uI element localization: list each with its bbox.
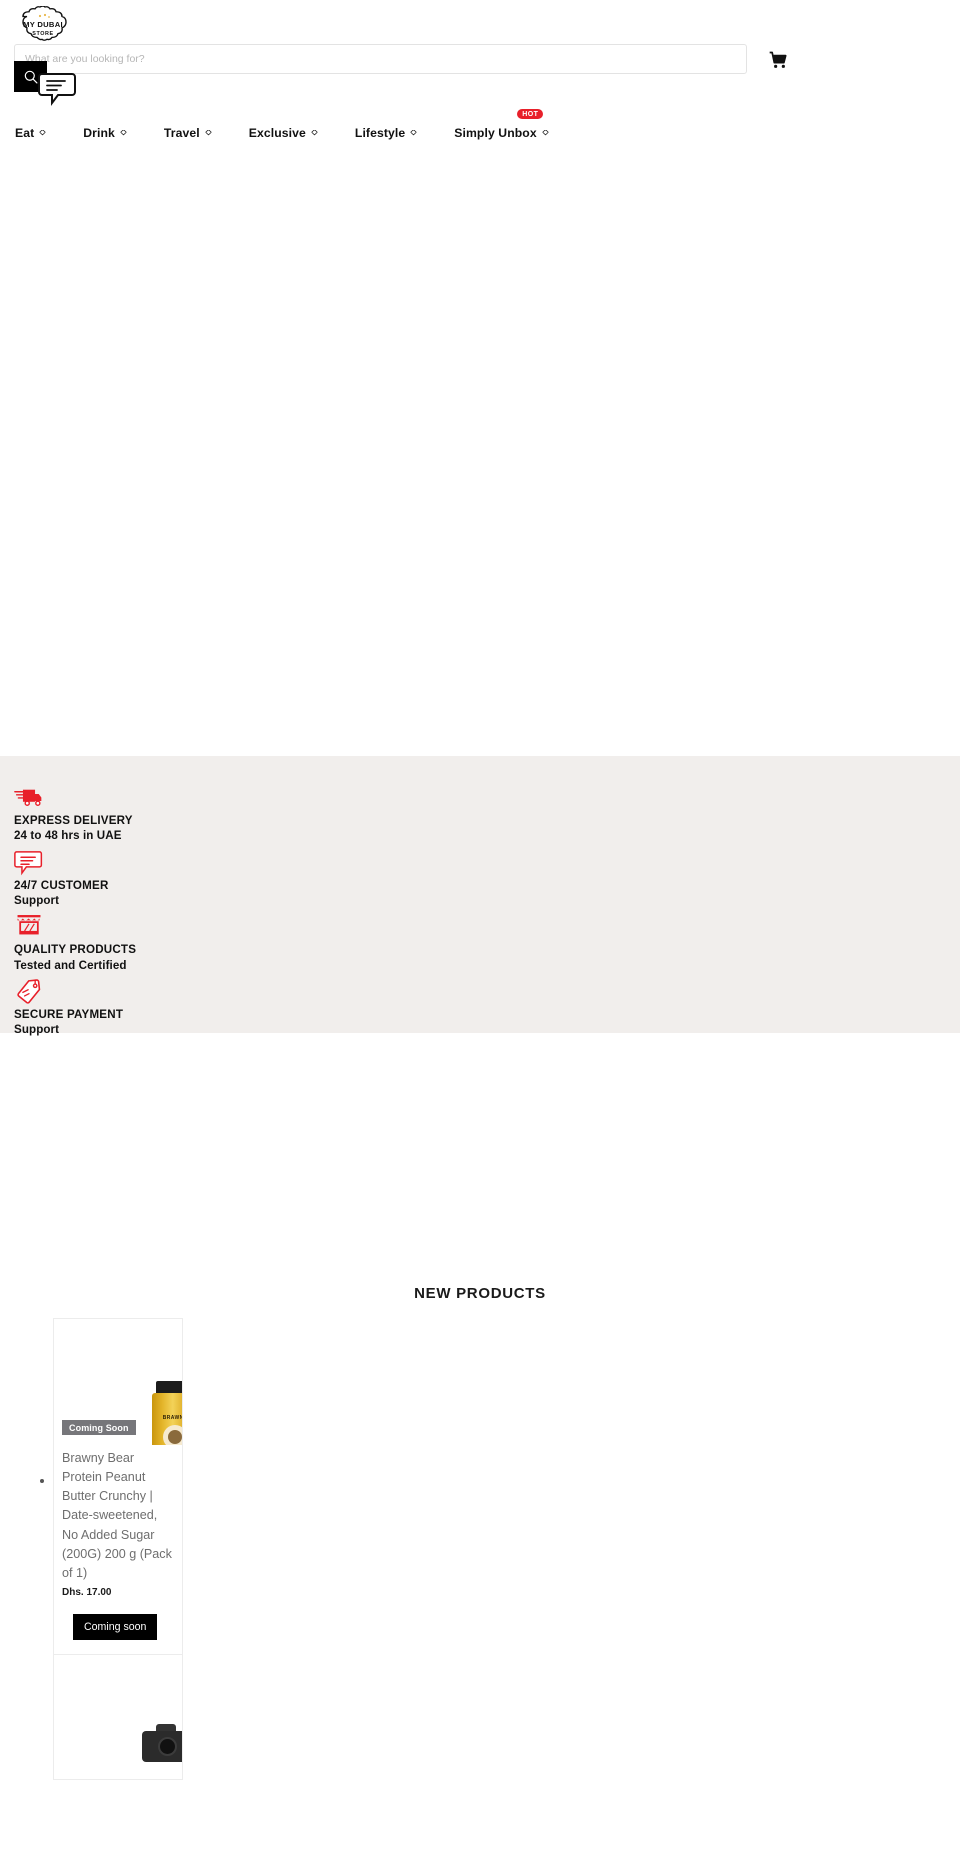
product-card[interactable]: BRAWNY BEAR Coming Soon Brawny Bear Prot… [40,1318,183,1655]
trust-item-express-delivery: EXPRESS DELIVERY 24 to 48 hrs in UAE [14,784,960,844]
chat-bubble-icon[interactable] [38,70,78,108]
trust-item-subtitle: Support [14,894,60,908]
search-icon [24,70,38,84]
logo-text-primary: MY DUBAI [23,20,63,29]
trust-item-subtitle: Support [14,1023,60,1037]
trust-item-customer-support: 24/7 CUSTOMER Support [14,849,960,909]
trust-badges-strip: EXPRESS DELIVERY 24 to 48 hrs in UAE 24/… [0,756,960,1036]
product-price: Dhs. 17.00 [62,1586,112,1598]
trust-item-secure-payment: SECURE PAYMENT Support [14,978,960,1038]
product-card[interactable] [53,1653,183,1780]
chevron-down-icon [542,129,549,135]
chevron-down-icon [410,129,417,135]
nav-item-eat[interactable]: Eat [15,126,46,140]
nav-item-drink[interactable]: Drink [83,126,127,140]
chevron-down-icon [120,129,127,135]
list-bullet [40,1479,44,1483]
search-bar [14,44,747,74]
trust-item-title: QUALITY PRODUCTS [14,943,137,957]
nav-item-travel[interactable]: Travel [164,126,212,140]
camera-product-image [142,1723,182,1763]
trust-item-title: EXPRESS DELIVERY [14,814,133,827]
product-list: BRAWNY BEAR Coming Soon Brawny Bear Prot… [0,1318,960,1780]
chat-bubble-icon [14,850,43,875]
nav-item-label: Eat [15,126,35,140]
nav-item-label: Simply Unbox [454,126,537,140]
coming-soon-button[interactable]: Coming soon [73,1613,158,1640]
nav-item-label: Drink [83,126,115,140]
hot-badge: HOT [517,109,544,119]
status-badge: Coming Soon [62,1420,136,1435]
logo-text-secondary: STORE [32,31,54,37]
delivery-truck-icon [14,789,42,806]
nav-item-simply-unbox[interactable]: HOT Simply Unbox [454,109,549,140]
main-navigation: Eat Drink Travel Exclusive Lifestyle HOT… [0,109,960,152]
bear-illustration [168,1430,182,1444]
page-root: MY DUBAI STORE What are you looking for?… [0,0,960,1875]
page-title: NEW PRODUCTS [414,1285,546,1302]
chevron-down-icon [39,129,46,135]
trust-item-quality-products: QUALITY PRODUCTS Tested and Certified [14,913,960,973]
site-header: MY DUBAI STORE What are you looking for?… [0,0,960,152]
jar-body: BRAWNY BEAR [152,1393,182,1445]
chevron-down-icon [311,129,318,135]
nav-item-label: Travel [163,126,200,140]
nav-item-label: Exclusive [248,126,306,140]
product-action-wrap: Coming soon [54,1598,182,1654]
chevron-down-icon [205,129,212,135]
product-image[interactable]: BRAWNY BEAR Coming Soon [54,1319,182,1445]
shopping-cart-icon[interactable] [768,50,788,70]
price-tag-icon [17,978,41,1004]
trust-item-title: 24/7 CUSTOMER [14,878,109,892]
trust-item-title: SECURE PAYMENT [14,1007,124,1021]
camera-lens [158,1736,177,1756]
peanut-butter-jar-image: BRAWNY BEAR [152,1381,182,1445]
nav-item-label: Lifestyle [354,126,406,140]
nav-item-lifestyle[interactable]: Lifestyle [355,126,417,140]
jar-label-text: BRAWNY BEAR [162,1415,182,1421]
hero-banner-area [0,152,960,756]
nav-item-exclusive[interactable]: Exclusive [249,126,318,140]
search-input[interactable] [14,44,747,74]
product-title[interactable]: Brawny Bear Protein Peanut Butter Crunch… [54,1445,182,1583]
trust-item-subtitle: 24 to 48 hrs in UAE [14,829,122,843]
trust-item-subtitle: Tested and Certified [14,958,127,972]
nav-list: Eat Drink Travel Exclusive Lifestyle HOT… [0,109,960,140]
storefront-icon [17,915,41,935]
